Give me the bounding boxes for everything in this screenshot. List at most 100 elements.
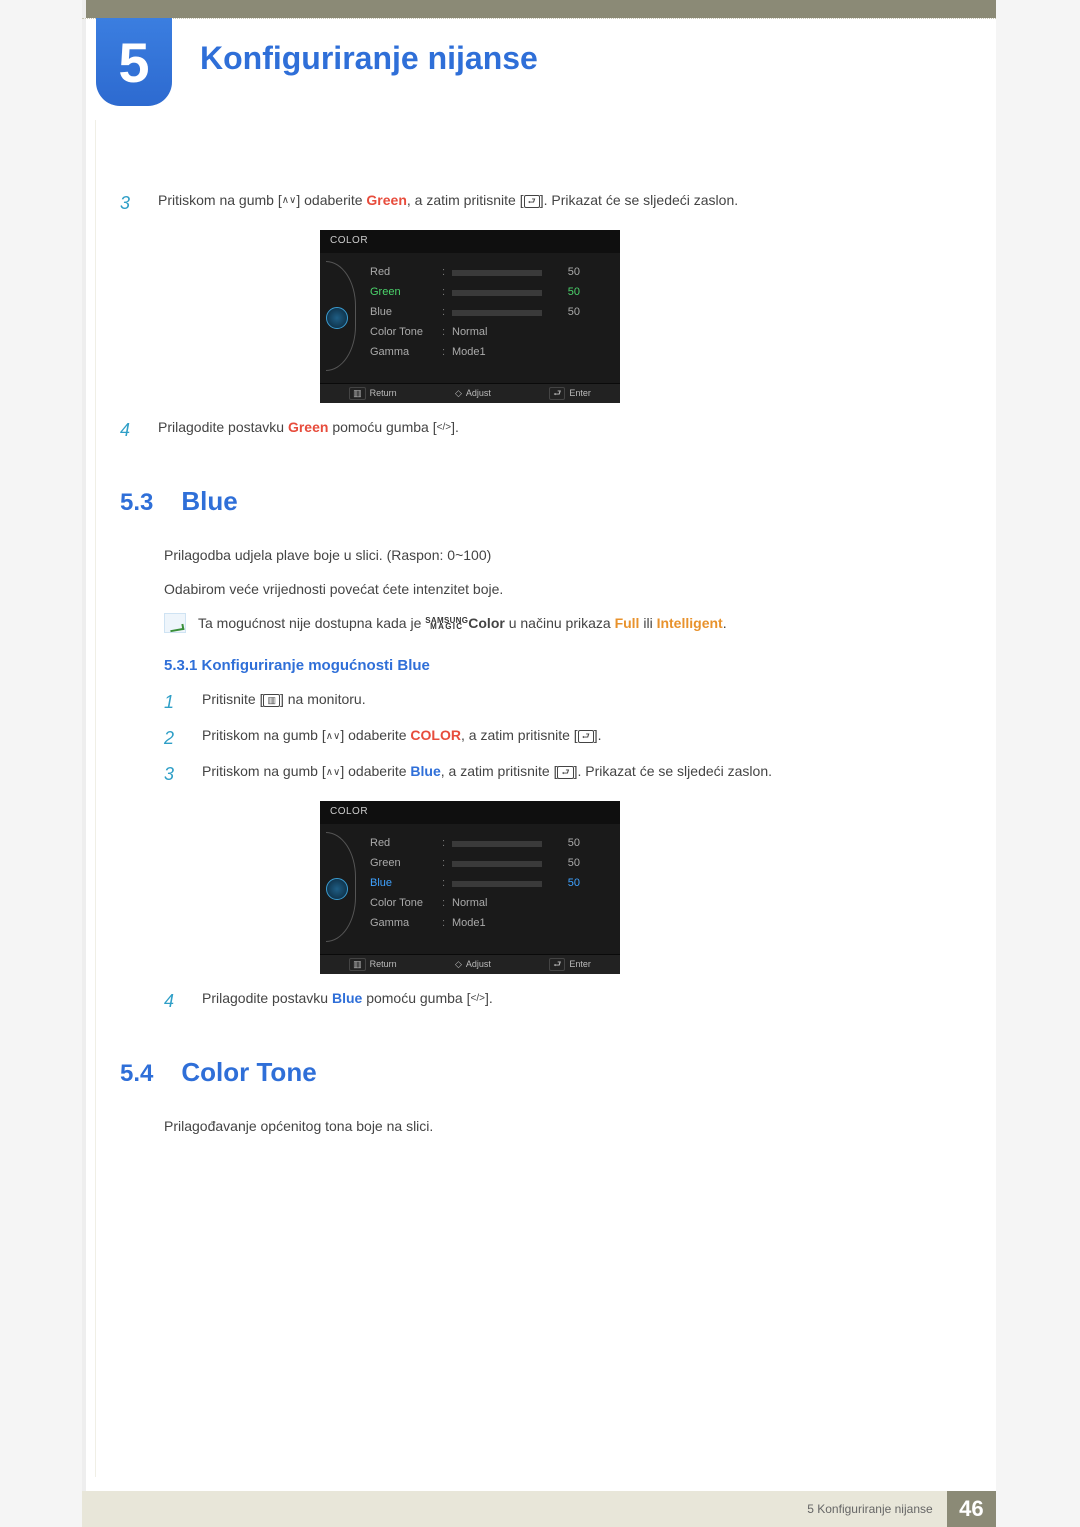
label: Gamma <box>370 345 442 361</box>
t: . <box>723 615 727 631</box>
t: ] odaberite <box>340 727 410 743</box>
label: Red <box>370 836 442 852</box>
chapter-badge: 5 <box>96 18 172 106</box>
osd-header: COLOR <box>320 801 620 824</box>
value: Normal <box>452 896 487 912</box>
t: Pritiskom na gumb [ <box>202 763 326 779</box>
label: Blue <box>370 876 442 892</box>
t: ]. Prikazat će se sljedeći zaslon. <box>540 192 738 208</box>
section-5-3: 5.3 Blue <box>120 483 960 521</box>
footer-enter: ⮐Enter <box>549 387 591 400</box>
section-title: Color Tone <box>181 1054 316 1092</box>
t: Pritisnite [ <box>202 691 263 707</box>
highlight-color: COLOR <box>410 727 461 743</box>
left-margin-rule <box>95 120 96 1477</box>
t: ]. <box>485 990 493 1006</box>
highlight-green: Green <box>366 192 406 208</box>
footer-page-number: 46 <box>947 1491 996 1527</box>
adjust-icon: ◇ <box>455 387 462 400</box>
note-text: Ta mogućnost nije dostupna kada je SAMSU… <box>198 613 727 633</box>
left-right-icon: </> <box>437 423 451 433</box>
osd-row-red: Red: 50 <box>370 263 606 283</box>
step-row: 4 Prilagodite postavku Green pomoću gumb… <box>120 417 960 443</box>
adjust-icon: ◇ <box>455 958 462 971</box>
osd-row-blue: Blue: 50 <box>370 303 606 323</box>
label: Enter <box>569 958 591 971</box>
t: , a zatim pritisnite [ <box>441 763 558 779</box>
highlight-full: Full <box>615 615 640 631</box>
step-number: 4 <box>120 417 136 443</box>
slider <box>452 841 542 847</box>
step-text: Pritiskom na gumb [∧∨] odaberite Green, … <box>158 190 960 210</box>
osd-panel: COLOR Red: 50 Green: 50 B <box>320 230 620 403</box>
t: Prilagodite postavku <box>158 419 288 435</box>
value: 50 <box>550 856 580 872</box>
top-bar <box>86 0 996 18</box>
t: ] odaberite <box>296 192 366 208</box>
label: Red <box>370 265 442 281</box>
slider <box>452 270 542 276</box>
label: Adjust <box>466 387 491 400</box>
osd-row-gamma: Gamma: Mode1 <box>370 914 606 934</box>
label: Color Tone <box>370 896 442 912</box>
footer-return: ▥Return <box>349 387 397 400</box>
colon: : <box>442 345 452 361</box>
t: Color <box>468 615 505 631</box>
osd-row-red: Red: 50 <box>370 834 606 854</box>
colon: : <box>442 916 452 932</box>
label: Gamma <box>370 916 442 932</box>
value: 50 <box>550 285 580 301</box>
colon: : <box>442 896 452 912</box>
slider <box>452 290 542 296</box>
value: Mode1 <box>452 916 486 932</box>
t: ] odaberite <box>340 763 410 779</box>
enter-icon: ⮐ <box>557 766 573 779</box>
osd-screenshot-1: COLOR Red: 50 Green: 50 B <box>320 230 960 403</box>
osd-row-green: Green: 50 <box>370 854 606 874</box>
paragraph: Prilagodba udjela plave boje u slici. (R… <box>164 545 960 565</box>
step-row: 1 Pritisnite [▥] na monitoru. <box>164 689 960 715</box>
osd-row-blue: Blue: 50 <box>370 874 606 894</box>
step-number: 1 <box>164 689 180 715</box>
menu-icon: ▥ <box>263 694 280 707</box>
section-number: 5.3 <box>120 486 153 521</box>
up-down-icon: ∧∨ <box>282 196 297 206</box>
step-number: 4 <box>164 988 180 1014</box>
slider <box>452 310 542 316</box>
step-number: 3 <box>120 190 136 216</box>
content: 3 Pritiskom na gumb [∧∨] odaberite Green… <box>120 180 960 1150</box>
colon: : <box>442 265 452 281</box>
left-right-icon: </> <box>470 994 484 1004</box>
footer-enter: ⮐Enter <box>549 958 591 971</box>
osd-footer: ▥Return ◇Adjust ⮐Enter <box>320 954 620 974</box>
footer-adjust: ◇Adjust <box>455 958 491 971</box>
osd-row-tone: Color Tone: Normal <box>370 894 606 914</box>
up-down-icon: ∧∨ <box>326 768 341 778</box>
colon: : <box>442 856 452 872</box>
step-text: Prilagodite postavku Green pomoću gumba … <box>158 417 960 437</box>
paragraph: Odabirom veće vrijednosti povećat ćete i… <box>164 579 960 599</box>
osd-items: Red: 50 Green: 50 Blue: 50 <box>370 263 606 363</box>
osd-screenshot-2: COLOR Red: 50 Green: 50 B <box>320 801 960 974</box>
value: 50 <box>550 876 580 892</box>
step-number: 2 <box>164 725 180 751</box>
highlight-green: Green <box>288 419 328 435</box>
slider <box>452 861 542 867</box>
section-5-4: 5.4 Color Tone <box>120 1054 960 1092</box>
osd-row-tone: Color Tone: Normal <box>370 323 606 343</box>
highlight-intelligent: Intelligent <box>657 615 723 631</box>
t: , a zatim pritisnite [ <box>461 727 578 743</box>
t: Ta mogućnost nije dostupna kada je <box>198 615 425 631</box>
chapter-title: Konfiguriranje nijanse <box>200 40 538 77</box>
t: Pritiskom na gumb [ <box>158 192 282 208</box>
header-rule <box>82 18 996 19</box>
enter-icon: ⮐ <box>578 730 594 743</box>
footer-adjust: ◇ Adjust <box>455 387 491 400</box>
step-text: Prilagodite postavku Blue pomoću gumba [… <box>202 988 960 1008</box>
highlight-blue: Blue <box>410 763 440 779</box>
value: Normal <box>452 325 487 341</box>
colon: : <box>442 876 452 892</box>
label: Green <box>370 856 442 872</box>
footer-text: 5 Konfiguriranje nijanse <box>82 1491 947 1527</box>
colon: : <box>442 325 452 341</box>
